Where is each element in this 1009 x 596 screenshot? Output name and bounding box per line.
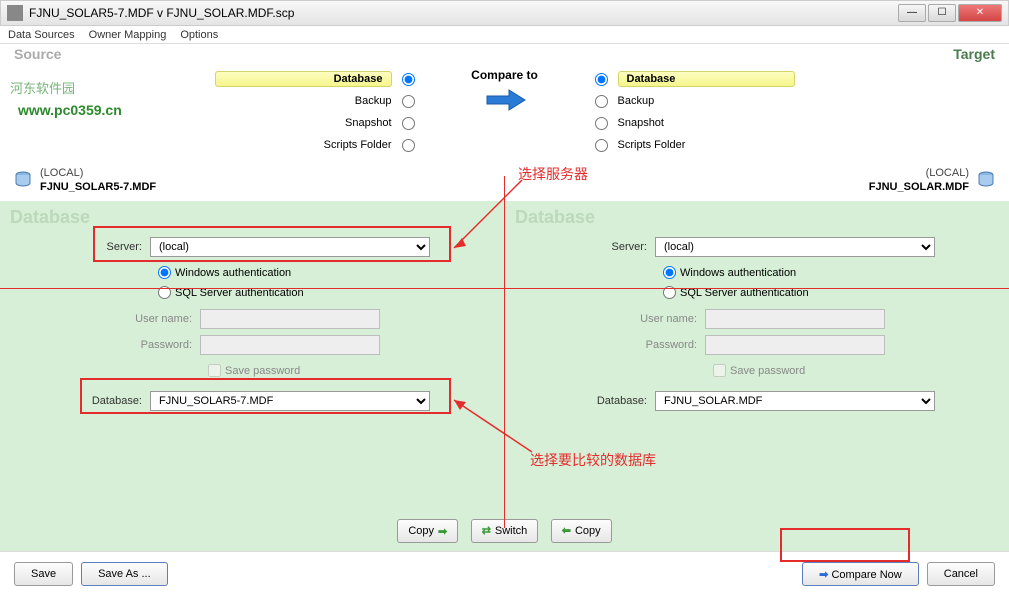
database-icon [977,171,995,189]
target-type-scripts[interactable] [595,139,608,152]
target-type-database-label: Database [618,71,795,87]
target-username-input [705,309,885,329]
target-server-name: (LOCAL) [869,166,969,180]
menu-data-sources[interactable]: Data Sources [8,29,75,41]
source-type-database[interactable] [402,73,415,86]
source-type-area: Source Target 河东软件园 www.pc0359.cn Databa… [0,44,1009,164]
pass-label: Password: [40,339,200,351]
source-type-snapshot-label: Snapshot [215,117,402,129]
menubar: Data Sources Owner Mapping Options [0,26,1009,44]
target-type-database[interactable] [595,73,608,86]
source-pane: Database Server: (local) Windows authent… [0,201,504,511]
source-server-name: (LOCAL) [40,166,156,180]
source-label: Source [14,46,61,62]
annotation-guide-v [504,176,505,528]
source-type-scripts[interactable] [402,139,415,152]
menu-owner-mapping[interactable]: Owner Mapping [89,29,167,41]
target-type-snapshot[interactable] [595,117,608,130]
save-pass-label: Save password [730,365,805,377]
target-label: Target [953,46,995,62]
copy-right-button[interactable]: Copy➡ [397,519,458,543]
source-server-select[interactable]: (local) [150,237,430,257]
target-type-radios: Database Backup Snapshot Scripts Folder [595,68,795,156]
source-save-password-checkbox [208,364,221,377]
source-type-radios: Database Backup Snapshot Scripts Folder [215,68,415,156]
source-database-select[interactable]: FJNU_SOLAR5-7.MDF [150,391,430,411]
source-win-auth-radio[interactable] [158,266,171,279]
database-label: Database: [545,395,655,407]
target-db-name: FJNU_SOLAR.MDF [869,180,969,194]
save-as-button[interactable]: Save As ... [81,562,168,586]
target-database-select[interactable]: FJNU_SOLAR.MDF [655,391,935,411]
target-pane: Database Server: (local) Windows authent… [504,201,1009,511]
save-pass-label: Save password [225,365,300,377]
minimize-button[interactable]: — [898,4,926,22]
source-db-info: (LOCAL)FJNU_SOLAR5-7.MDF [14,166,505,195]
compare-to-label: Compare to [445,68,565,82]
target-type-scripts-label: Scripts Folder [608,139,795,151]
server-label: Server: [545,241,655,253]
source-db-name: FJNU_SOLAR5-7.MDF [40,180,156,194]
menu-options[interactable]: Options [180,29,218,41]
window-title: FJNU_SOLAR5-7.MDF v FJNU_SOLAR.MDF.scp [29,6,294,20]
target-type-snapshot-label: Snapshot [608,117,795,129]
target-win-auth-radio[interactable] [663,266,676,279]
watermark-sitename: 河东软件园 [10,78,75,97]
compare-arrow-icon [483,88,527,112]
user-label: User name: [40,313,200,325]
target-db-info: (LOCAL)FJNU_SOLAR.MDF [505,166,996,195]
window-titlebar: FJNU_SOLAR5-7.MDF v FJNU_SOLAR.MDF.scp —… [0,0,1009,26]
close-button[interactable]: ✕ [958,4,1002,22]
database-icon [14,171,32,189]
win-auth-label: Windows authentication [175,267,291,279]
compare-now-button[interactable]: ➡ Compare Now [802,562,919,586]
source-type-snapshot[interactable] [402,117,415,130]
pane-watermark: Database [515,207,595,228]
source-type-scripts-label: Scripts Folder [215,139,402,151]
target-server-select[interactable]: (local) [655,237,935,257]
database-label: Database: [40,395,150,407]
target-type-backup[interactable] [595,95,608,108]
source-username-input [200,309,380,329]
server-label: Server: [40,241,150,253]
app-icon [7,5,23,21]
source-type-database-label: Database [215,71,392,87]
cancel-button[interactable]: Cancel [927,562,995,586]
source-type-backup-label: Backup [215,95,402,107]
save-button[interactable]: Save [14,562,73,586]
target-type-backup-label: Backup [608,95,795,107]
watermark-url: www.pc0359.cn [18,102,122,118]
maximize-button[interactable]: ☐ [928,4,956,22]
source-password-input [200,335,380,355]
user-label: User name: [545,313,705,325]
pane-watermark: Database [10,207,90,228]
win-auth-label: Windows authentication [680,267,796,279]
pass-label: Password: [545,339,705,351]
target-password-input [705,335,885,355]
copy-left-button[interactable]: ⬅Copy [551,519,612,543]
target-save-password-checkbox [713,364,726,377]
source-type-backup[interactable] [402,95,415,108]
